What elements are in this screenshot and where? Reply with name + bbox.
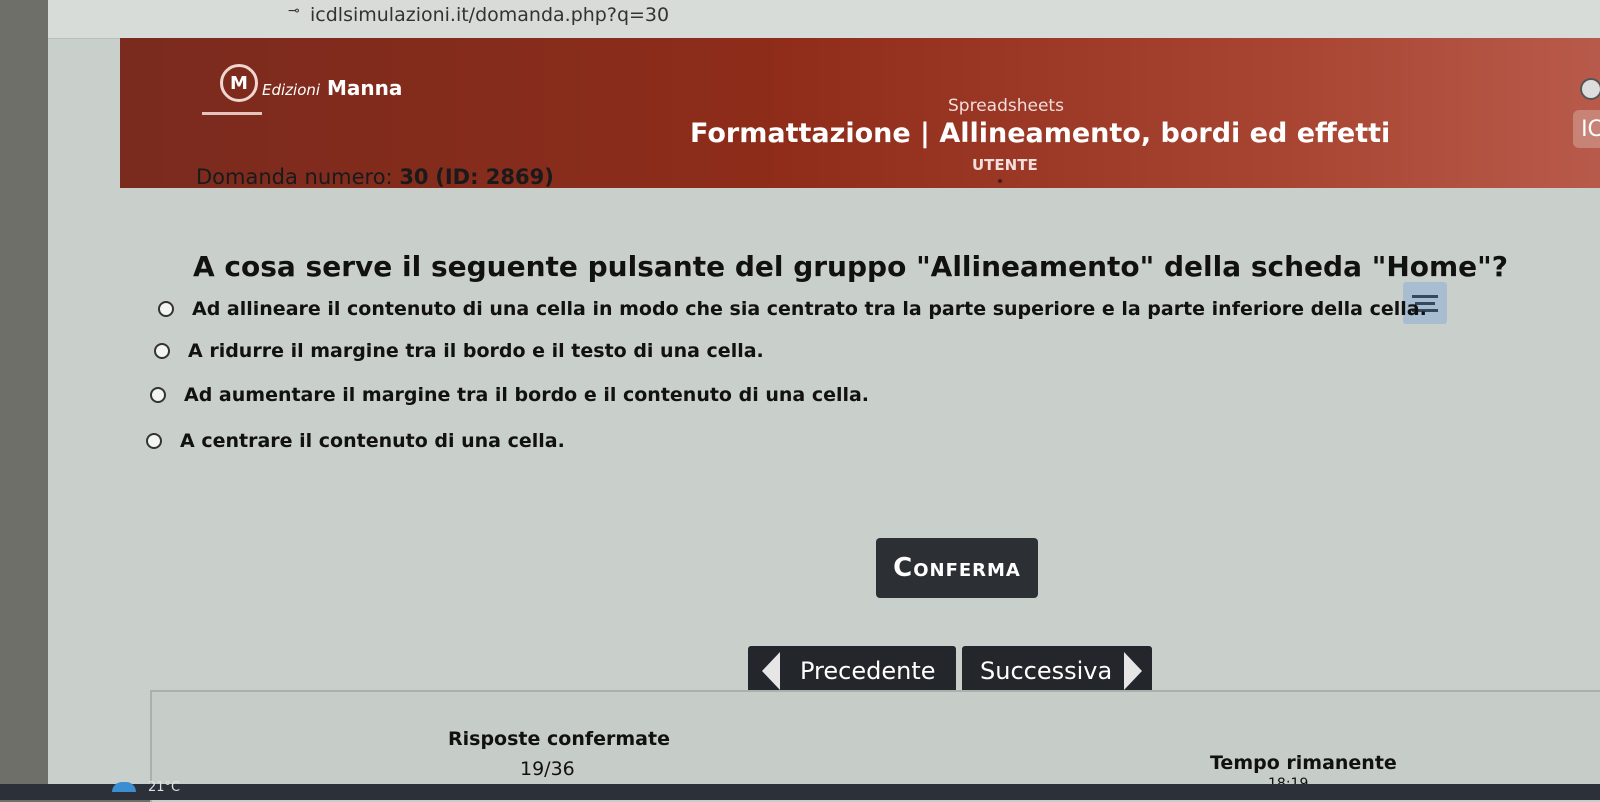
radio-button[interactable]	[158, 301, 174, 317]
question-number-value: 30	[399, 165, 429, 189]
confirmed-answers-label: Risposte confermate	[448, 728, 670, 750]
user-label: UTENTE	[972, 156, 1038, 174]
brand-name: Edizioni Manna	[262, 76, 402, 100]
question-number: Domanda numero: 30 (ID: 2869)	[196, 165, 554, 189]
taskbar	[0, 784, 1600, 800]
confirmed-answers-value: 19/36	[520, 758, 575, 780]
key-icon: ⊸	[288, 3, 300, 19]
section-title: Formattazione | Allineamento, bordi ed e…	[690, 118, 1391, 149]
next-label: Successiva	[980, 657, 1113, 685]
url-text[interactable]: icdlsimulazioni.it/domanda.php?q=30	[310, 4, 669, 26]
logo-icon: M	[220, 64, 258, 102]
brand-italic: Edizioni	[262, 81, 321, 99]
previous-button[interactable]: Precedente	[748, 646, 956, 696]
arrow-right-icon	[1124, 652, 1142, 690]
answer-option-text: A centrare il contenuto di una cella.	[180, 430, 565, 452]
weather-icon	[112, 782, 136, 792]
radio-button[interactable]	[146, 433, 162, 449]
question-number-prefix: Domanda numero:	[196, 165, 393, 189]
corner-button[interactable]: IC	[1573, 110, 1600, 148]
user-dot	[998, 179, 1002, 183]
answer-option-text: A ridurre il margine tra il bordo e il t…	[188, 340, 764, 362]
confirm-button[interactable]: Conferma	[876, 538, 1038, 598]
logo-underline	[202, 112, 262, 115]
answer-option-text: Ad allineare il contenuto di una cella i…	[192, 298, 1427, 320]
answer-option-2[interactable]: A ridurre il margine tra il bordo e il t…	[154, 340, 764, 362]
brand-bold: Manna	[327, 76, 403, 100]
answer-option-text: Ad aumentare il margine tra il bordo e i…	[184, 384, 870, 406]
time-remaining-label: Tempo rimanente	[1210, 752, 1397, 774]
answer-option-3[interactable]: Ad aumentare il margine tra il bordo e i…	[150, 384, 869, 406]
question-text: A cosa serve il seguente pulsante del gr…	[193, 250, 1508, 283]
arrow-left-icon	[762, 652, 780, 690]
address-bar[interactable]: ⊸ icdlsimulazioni.it/domanda.php?q=30	[48, 0, 1600, 39]
answer-option-4[interactable]: A centrare il contenuto di una cella.	[146, 430, 565, 452]
previous-label: Precedente	[800, 657, 936, 685]
question-id: (ID: 2869)	[435, 165, 554, 189]
browser-viewport: ⊸ icdlsimulazioni.it/domanda.php?q=30 M …	[48, 0, 1600, 802]
next-button[interactable]: Successiva	[962, 646, 1152, 696]
settings-circle-icon[interactable]	[1580, 78, 1600, 100]
radio-button[interactable]	[154, 343, 170, 359]
radio-button[interactable]	[150, 387, 166, 403]
subject-label: Spreadsheets	[948, 96, 1064, 116]
temperature-text[interactable]: 21°C	[148, 780, 180, 795]
answer-option-1[interactable]: Ad allineare il contenuto di una cella i…	[158, 298, 1427, 320]
